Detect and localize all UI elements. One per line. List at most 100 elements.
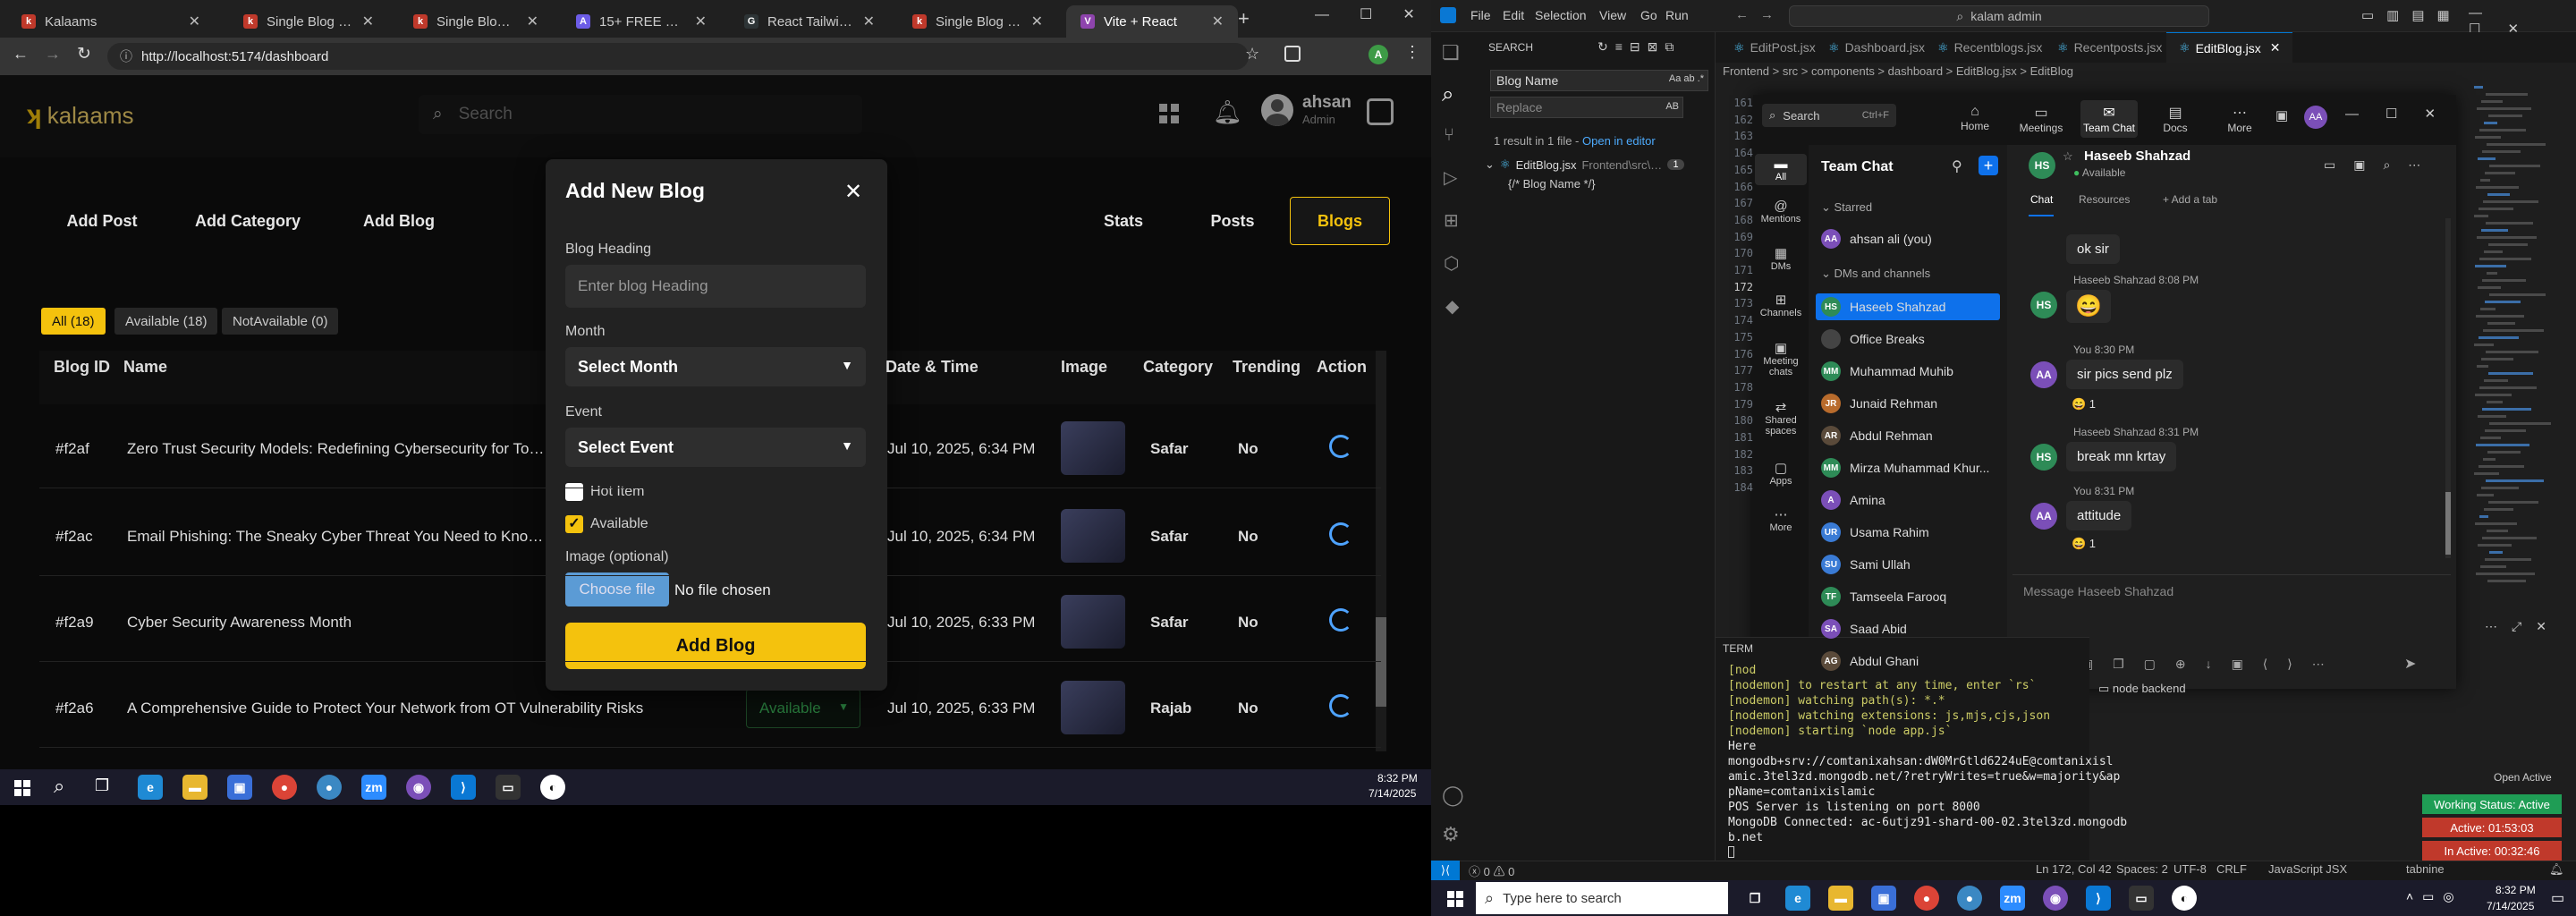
- window-controls[interactable]: —☐✕: [1315, 5, 1445, 23]
- nav-forward-icon[interactable]: →: [1760, 7, 1774, 22]
- command-center[interactable]: ⌕ kalam admin: [1789, 5, 2209, 27]
- zoom-icon[interactable]: zm: [2000, 886, 2025, 911]
- star-icon[interactable]: ☆: [2063, 149, 2073, 164]
- teams-user-avatar[interactable]: AA: [2304, 106, 2327, 129]
- menu-selection[interactable]: Selection: [1535, 8, 1587, 22]
- file-explorer-icon[interactable]: ▬: [182, 775, 208, 800]
- tab-close-icon[interactable]: ✕: [2270, 40, 2281, 55]
- bookmark-star-icon[interactable]: ☆: [1245, 45, 1259, 64]
- tab-close-icon[interactable]: ✕: [527, 13, 538, 30]
- back-icon[interactable]: ←: [13, 45, 29, 64]
- teams-nav-docs[interactable]: ▤ Docs: [2147, 100, 2204, 138]
- tab-close-icon[interactable]: ✕: [1031, 13, 1043, 30]
- github-icon[interactable]: ◉: [2043, 886, 2068, 911]
- editor-tab[interactable]: ⚛ Recentposts.jsx: [2045, 32, 2174, 63]
- chrome-alt-icon[interactable]: ●: [1957, 886, 1982, 911]
- layout-icons[interactable]: ▭▥▤▦: [2361, 7, 2462, 23]
- dms-header[interactable]: ⌄ DMs and channels: [1821, 267, 1930, 281]
- app-icon[interactable]: ◐: [2172, 886, 2197, 911]
- file-explorer-icon[interactable]: ▬: [1828, 886, 1853, 911]
- message-reaction[interactable]: 😄 1: [2072, 537, 2096, 551]
- indent-setting[interactable]: Spaces: 2: [2116, 862, 2168, 876]
- action-center-icon[interactable]: ▭: [2551, 889, 2564, 907]
- store-icon[interactable]: ▣: [1871, 886, 1896, 911]
- chat-tab[interactable]: + Add a tab: [2163, 193, 2217, 206]
- teams-search-input[interactable]: ⌕ Search Ctrl+F: [1762, 104, 1896, 127]
- search-actions-icons[interactable]: ↻≡⊟⊠⧉: [1597, 39, 1681, 55]
- tab-close-icon[interactable]: ✕: [863, 13, 875, 30]
- nav-button-posts[interactable]: Posts: [1181, 197, 1284, 245]
- tab-close-icon[interactable]: ✕: [189, 13, 200, 30]
- teams-nav-team-chat[interactable]: ✉ Team Chat: [2080, 100, 2138, 138]
- tabnine-status[interactable]: tabnine: [2406, 862, 2445, 876]
- zoom-icon[interactable]: zm: [361, 775, 386, 800]
- contact-item[interactable]: MM Mirza Muhammad Khur...: [1821, 454, 2000, 481]
- self-contact[interactable]: AA ahsan ali (you): [1821, 225, 2000, 252]
- search-view-icon[interactable]: ⌕: [1442, 82, 1453, 107]
- contact-item[interactable]: MM Muhammad Muhib: [1821, 358, 2000, 385]
- browser-tab[interactable]: k Single Blog Posts Page ✕: [229, 5, 388, 38]
- teams-rail-more[interactable]: ⋯ More: [1755, 506, 1807, 533]
- month-select[interactable]: Select Month ▼: [565, 347, 866, 386]
- panel-actions[interactable]: ⋯⤢✕: [2485, 619, 2561, 634]
- remote-icon[interactable]: ⬡: [1444, 252, 1459, 275]
- site-info-icon[interactable]: ⓘ: [120, 47, 132, 65]
- eol-setting[interactable]: CRLF: [2216, 862, 2247, 876]
- app-icon[interactable]: ◐: [540, 775, 565, 800]
- filter-tab[interactable]: NotAvailable (0): [222, 308, 339, 335]
- edit-refresh-icon[interactable]: [1329, 435, 1352, 458]
- windows-start-icon[interactable]: [1447, 891, 1463, 907]
- terminal-icon[interactable]: ▭: [496, 775, 521, 800]
- system-tray-icons[interactable]: ˄▭◎: [2406, 889, 2463, 904]
- contact-item[interactable]: A Amina: [1821, 487, 2000, 513]
- result-line[interactable]: {/* Blog Name */}: [1508, 177, 1596, 191]
- menu-go[interactable]: Go: [1640, 8, 1657, 22]
- filter-tab[interactable]: All (18): [41, 308, 106, 335]
- nav-back-icon[interactable]: ←: [1735, 7, 1749, 22]
- replace-field[interactable]: Replace AB: [1490, 97, 1683, 118]
- edge-icon[interactable]: e: [138, 775, 163, 800]
- notifications-bell-icon[interactable]: 🔔︎: [2549, 862, 2564, 877]
- message-composer[interactable]: Message Haseeb Shahzad: [2012, 574, 2451, 614]
- chat-tab[interactable]: Chat: [2030, 193, 2053, 206]
- browser-tab[interactable]: G React Tailwind Blog Co ✕: [730, 5, 889, 38]
- nav-button-add-category[interactable]: Add Category: [179, 197, 317, 245]
- search-field[interactable]: Blog Name Aa ab .*: [1490, 70, 1708, 91]
- editor-tab[interactable]: ⚛ Dashboard.jsx: [1816, 32, 1937, 63]
- nav-button-blogs[interactable]: Blogs: [1290, 197, 1390, 245]
- nav-button-stats[interactable]: Stats: [1072, 197, 1175, 245]
- match-case-icons[interactable]: Aa ab .*: [1669, 73, 1704, 84]
- teams-rail-all[interactable]: ▬ All: [1755, 154, 1807, 185]
- problems-indicator[interactable]: ⓧ 0 ⚠ 0: [1469, 862, 1514, 879]
- forward-icon[interactable]: →: [45, 45, 61, 64]
- cursor-position[interactable]: Ln 172, Col 42: [2036, 862, 2112, 876]
- edit-refresh-icon[interactable]: [1329, 608, 1352, 632]
- whiteboard-icon[interactable]: ▣: [2275, 107, 2288, 123]
- contact-item[interactable]: TF Tamseela Farooq: [1821, 583, 2000, 610]
- chat-scrollbar-thumb[interactable]: [2445, 492, 2451, 555]
- explorer-icon[interactable]: ❏: [1442, 41, 1460, 64]
- taskbar-search-box[interactable]: ⌕ Type here to search: [1476, 882, 1728, 914]
- teams-rail-dms[interactable]: ▦ DMs: [1755, 245, 1807, 272]
- contact-item[interactable]: UR Usama Rahim: [1821, 519, 2000, 546]
- reload-icon[interactable]: ↻: [77, 44, 91, 64]
- language-mode[interactable]: JavaScript JSX: [2268, 862, 2347, 876]
- contact-item[interactable]: Office Breaks: [1821, 326, 2000, 352]
- task-view-icon[interactable]: ❐: [1742, 886, 1767, 911]
- teams-rail-channels[interactable]: ⊞ Channels: [1755, 292, 1807, 318]
- manage-gear-icon[interactable]: ⚙: [1442, 823, 1460, 846]
- tab-close-icon[interactable]: ✕: [1212, 13, 1224, 30]
- message-reaction[interactable]: 😄 1: [2072, 397, 2096, 411]
- accounts-icon[interactable]: ◯: [1442, 784, 1464, 807]
- remote-indicator[interactable]: ⟩⟨: [1431, 861, 1460, 880]
- contact-item[interactable]: SA Saad Abid: [1821, 615, 2000, 642]
- teams-rail-apps[interactable]: ▢ Apps: [1755, 460, 1807, 487]
- contact-item[interactable]: JR Junaid Rehman: [1821, 390, 2000, 417]
- chat-tab[interactable]: Resources: [2079, 193, 2130, 206]
- vscode-icon[interactable]: ⟩: [2086, 886, 2111, 911]
- source-control-icon[interactable]: ⑂: [1444, 125, 1454, 146]
- windows-start-icon[interactable]: [14, 780, 30, 796]
- new-tab-button[interactable]: +: [1238, 7, 1250, 30]
- blog-heading-input[interactable]: Enter blog Heading: [565, 265, 866, 308]
- extensions-icon[interactable]: [1284, 46, 1301, 62]
